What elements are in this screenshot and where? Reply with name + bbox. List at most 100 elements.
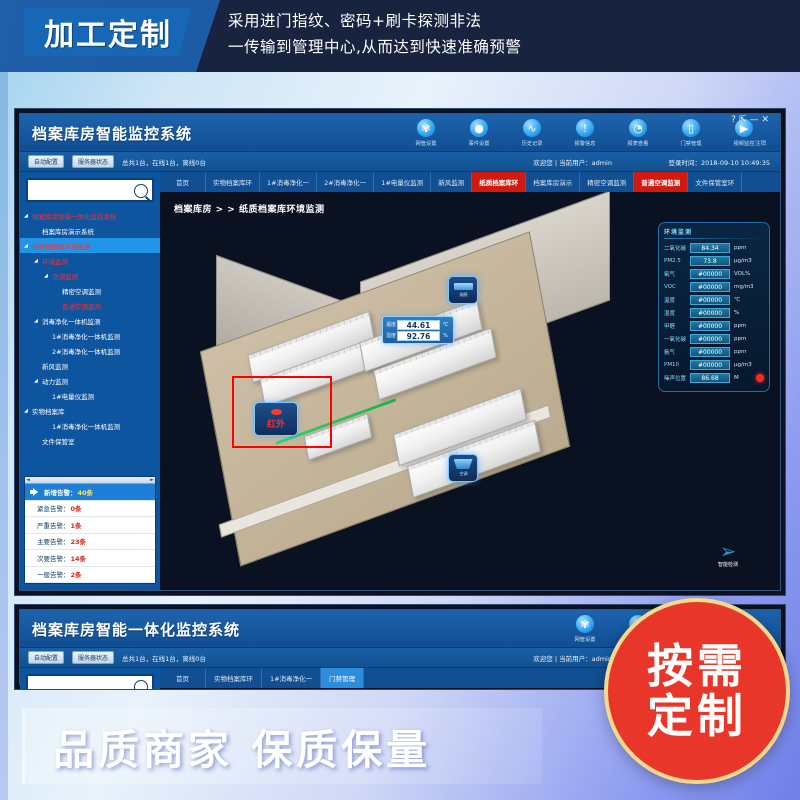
auto-config-button[interactable]: 自动配置 xyxy=(28,155,65,168)
tab-7[interactable]: 档案库房演示 xyxy=(526,172,581,192)
tree-node-14[interactable]: 1#消毒净化一体机监测 xyxy=(20,418,160,433)
env-row-7: 一氧化碳 #00000 ppm xyxy=(664,332,764,345)
env-metric-name: 氨气 xyxy=(664,349,676,356)
env-metric-name: 温度 xyxy=(664,297,676,304)
env-metric-unit: μg/m3 xyxy=(734,257,752,264)
tree-node-1[interactable]: 档案库房演示系统 xyxy=(20,223,160,238)
tab-6[interactable]: 纸质档案库环 xyxy=(472,172,527,192)
env-metric-name: PM2.5 xyxy=(664,257,681,264)
tab2-0[interactable]: 首页 xyxy=(160,668,206,688)
tree-node-6[interactable]: 普通空调监测 xyxy=(20,298,160,313)
env-metric-value: 73.8 xyxy=(690,255,730,266)
tree-expand-arrow-icon[interactable]: ◢ xyxy=(34,318,42,324)
toolbar-door-button[interactable]: ▯ 门禁管理 xyxy=(669,116,713,147)
tab-0[interactable]: 首页 xyxy=(160,172,206,192)
tab-8[interactable]: 精密空调监测 xyxy=(580,172,635,192)
history-icon: ∿ xyxy=(523,119,541,137)
alarm-label: 次要告警： xyxy=(37,554,70,563)
tree-node-8[interactable]: 1#消毒净化一体机监测 xyxy=(20,328,160,343)
server-status-button-2[interactable]: 服务器状态 xyxy=(72,651,115,664)
tab-bar[interactable]: 首页 实物档案库环 1#消毒净化一 2#消毒净化一 1#电量仪监测 新风监测 纸质档案库环档… xyxy=(160,172,780,192)
env-metric-value: #00000 xyxy=(690,268,730,279)
env-metric-unit: M xyxy=(734,374,739,381)
tree-node-4[interactable]: ◢ 空调监测 xyxy=(20,268,160,283)
tree-node-15[interactable]: 文件保管室 xyxy=(20,433,160,448)
restore-icon[interactable]: ⇱ xyxy=(739,115,750,125)
window-controls[interactable]: ?⇱—✕ xyxy=(731,115,772,125)
tree-node-3[interactable]: ◢ 环境监测 xyxy=(20,253,160,268)
tab-1[interactable]: 实物档案库环 xyxy=(206,172,260,192)
welcome-user: 欢迎您 | 当前用户：admin xyxy=(533,158,612,167)
tree-node-13[interactable]: ◢ 实物档案库 xyxy=(20,403,160,418)
scroll-right-icon[interactable]: ► xyxy=(150,477,154,483)
tree-node-5[interactable]: 精密空调监测 xyxy=(20,283,160,298)
env-metric-name: 二氧化碳 xyxy=(664,245,687,252)
navigation-tree[interactable]: ◢ 档案库房智能一体化监控系统 档案库房演示系统 ◢ 纸质档案库环境监测 ◢ 环境监测 ◢ 空调… xyxy=(20,206,160,448)
alarm-row-1[interactable]: 紧急告警： 0条 xyxy=(25,500,155,517)
toolbar-event-button[interactable]: ● 事件设置 xyxy=(457,116,501,147)
tree-expand-arrow-icon[interactable]: ◢ xyxy=(34,378,42,384)
tab-5[interactable]: 新风监测 xyxy=(431,172,473,192)
search-box-2[interactable] xyxy=(26,674,154,689)
tree-expand-arrow-icon[interactable]: ◢ xyxy=(24,408,32,414)
minimize-icon[interactable]: — xyxy=(749,115,761,125)
alarm-row-5[interactable]: 一般告警： 2条 xyxy=(25,566,155,583)
status-led-icon xyxy=(756,373,764,382)
main-application-window: 档案库房智能监控系统 ✾ 网管设置 ● 事件设置 ∿ 历史记录 ! 报警信息 ◔ 报表查看 ▯ 门禁管… xyxy=(14,108,786,596)
temperature-key: 温度 xyxy=(385,322,396,328)
app-title: 档案库房智能监控系统 xyxy=(32,125,193,143)
search-box[interactable] xyxy=(26,178,154,202)
alarm-row-3[interactable]: 主要告警： 23条 xyxy=(25,533,155,550)
event-icon: ● xyxy=(470,119,488,137)
tab2-3[interactable]: 门禁管理 xyxy=(321,668,365,688)
server-status-button[interactable]: 服务器状态 xyxy=(72,155,115,168)
infrared-sensor-badge[interactable]: 红外 xyxy=(254,402,298,436)
toolbar-history-button[interactable]: ∿ 历史记录 xyxy=(510,116,554,147)
help-icon[interactable]: ? xyxy=(731,115,739,125)
toolbar2-toolbar-label: 网管设置 xyxy=(574,637,596,643)
tree-node-0[interactable]: ◢ 档案库房智能一体化监控系统 xyxy=(20,208,160,223)
alarm-scrollbar[interactable]: ◄ ► xyxy=(25,477,155,484)
3d-room-scene[interactable]: 红外 烟感 空调 温度 44.61 ℃ 湿度 92.76 % xyxy=(199,192,680,567)
toolbar-gear-button[interactable]: ✾ 网管设置 xyxy=(404,116,448,147)
tab2-1[interactable]: 实物档案库环 xyxy=(206,668,262,688)
temperature-value: 44.61 xyxy=(397,319,440,330)
toolbar-report-button[interactable]: ◔ 报表查看 xyxy=(616,116,660,147)
tree-expand-arrow-icon[interactable]: ◢ xyxy=(24,213,32,219)
air-conditioner-label: 空调 xyxy=(458,472,468,477)
tree-node-12[interactable]: 1#电量仪监测 xyxy=(20,388,160,403)
tree-expand-arrow-icon[interactable]: ◢ xyxy=(34,258,42,264)
close-icon[interactable]: ✕ xyxy=(761,115,772,125)
tab-4[interactable]: 1#电量仪监测 xyxy=(374,172,432,192)
tab-9[interactable]: 普通空调监测 xyxy=(634,172,689,192)
seal-line-2: 定制 xyxy=(647,689,747,743)
tree-expand-arrow-icon[interactable]: ◢ xyxy=(24,243,32,249)
tree-node-11[interactable]: ◢ 动力监测 xyxy=(20,373,160,388)
promo-line-2: 一传输到管理中心,从而达到快速准确预警 xyxy=(228,38,522,56)
alarm-row-0[interactable]: 新增告警： 40条 xyxy=(25,484,155,501)
tab-3[interactable]: 2#消毒净化一 xyxy=(317,172,375,192)
tree-node-label: 2#消毒净化一体机监测 xyxy=(52,347,121,356)
tree-node-label: 纸质档案库环境监测 xyxy=(32,242,91,251)
tree-expand-arrow-icon[interactable]: ◢ xyxy=(44,273,52,279)
tree-node-10[interactable]: 新风监测 xyxy=(20,358,160,373)
tab2-2[interactable]: 1#消毒净化一 xyxy=(262,668,322,688)
tree-node-2[interactable]: ◢ 纸质档案库环境监测 xyxy=(20,238,160,253)
toolbar-alert-button[interactable]: ! 报警信息 xyxy=(563,116,607,147)
tree-node-label: 精密空调监测 xyxy=(62,287,101,296)
tab-2[interactable]: 1#消毒净化一 xyxy=(260,172,318,192)
device-counts-2: 总共1台，在线1台，离线0台 xyxy=(122,654,206,663)
air-conditioner-badge[interactable]: 空调 xyxy=(448,454,478,482)
scroll-left-icon[interactable]: ◄ xyxy=(26,477,30,483)
tree-node-9[interactable]: 2#消毒净化一体机监测 xyxy=(20,343,160,358)
logout-link[interactable]: 注销 xyxy=(755,139,766,147)
gear-icon: ✾ xyxy=(417,119,435,137)
env-metric-value: #00000 xyxy=(690,359,730,370)
tree-node-7[interactable]: ◢ 消毒净化一体机监测 xyxy=(20,313,160,328)
smoke-sensor-badge[interactable]: 烟感 xyxy=(448,276,478,304)
auto-config-button-2[interactable]: 自动配置 xyxy=(28,651,65,664)
alarm-row-2[interactable]: 严重告警： 1条 xyxy=(25,517,155,534)
toolbar2-gear-button[interactable]: ✾ 网管设置 xyxy=(563,612,607,643)
alarm-row-4[interactable]: 次要告警： 14条 xyxy=(25,550,155,567)
tab-10[interactable]: 文件保管室环 xyxy=(688,172,743,192)
